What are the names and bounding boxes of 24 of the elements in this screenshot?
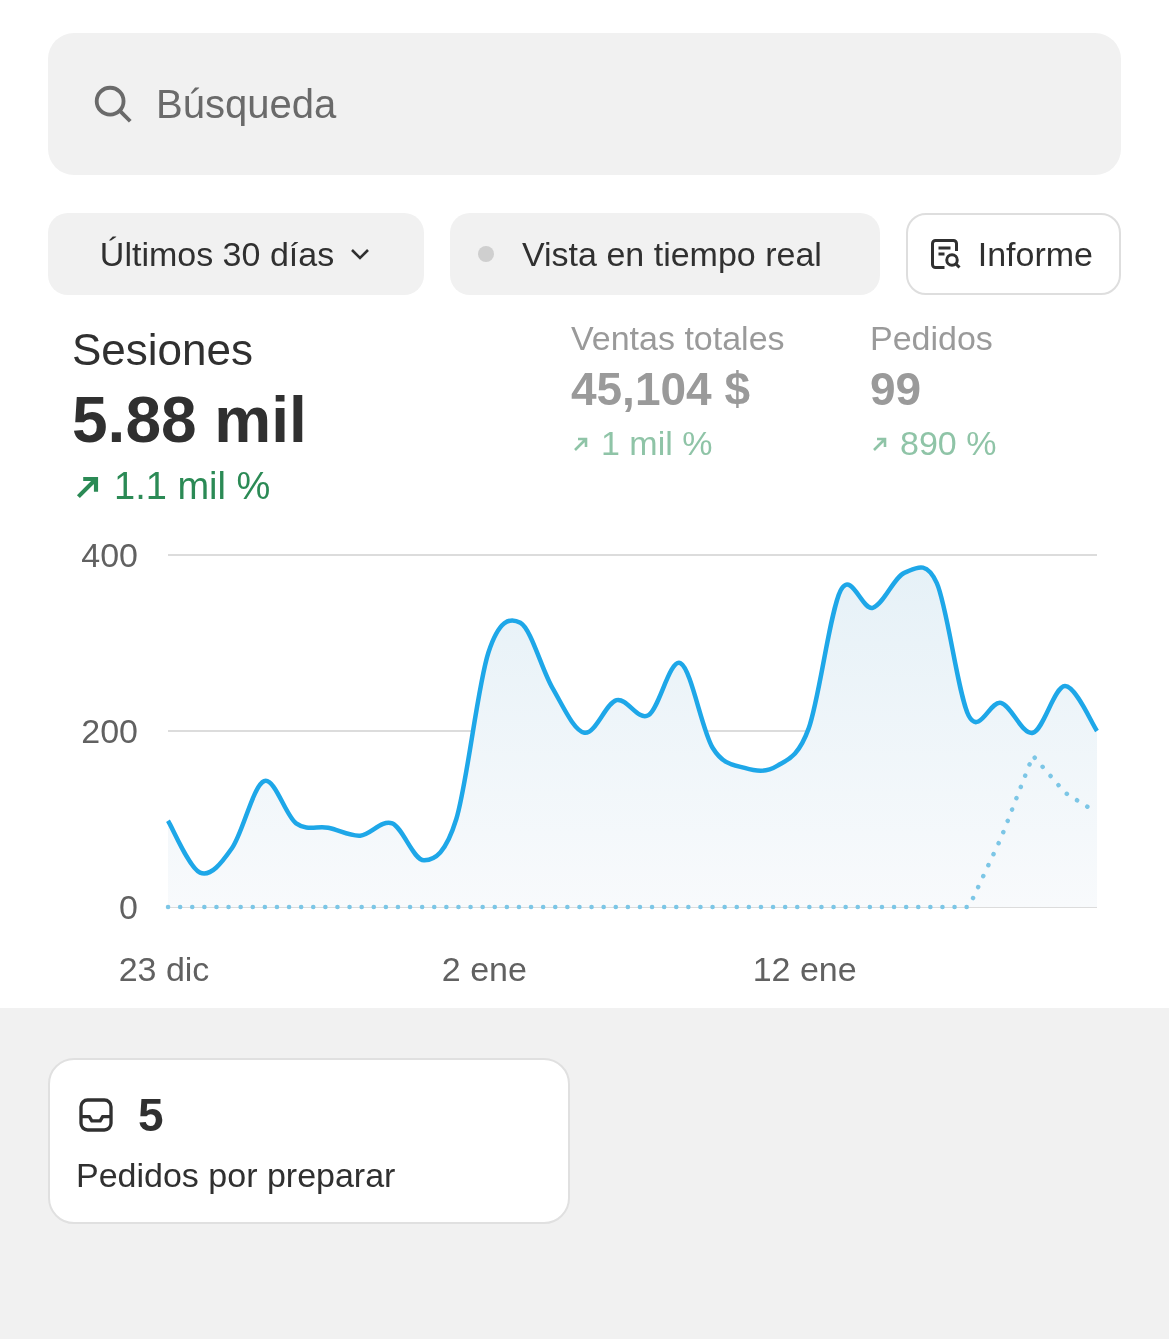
metric-change: 1.1 mil % (114, 465, 271, 508)
task-card[interactable]: 5 Pedidos por preparar (48, 1058, 570, 1224)
task-count: 5 (138, 1088, 164, 1142)
y-axis-label: 400 (81, 536, 138, 574)
inbox-icon (76, 1095, 116, 1135)
metric-value: 99 (870, 362, 923, 416)
task-label: Pedidos por preparar (76, 1156, 397, 1195)
metric-label: Ventas totales (570, 319, 786, 358)
metric-value: 5.88 mil (72, 383, 308, 457)
x-axis-label: 12 ene (752, 950, 857, 988)
date-range-dropdown[interactable]: Últimos 30 días (48, 213, 424, 295)
y-axis-label: 0 (119, 888, 138, 926)
realtime-view-button[interactable]: Vista en tiempo real (450, 213, 880, 295)
x-axis-label: 2 ene (441, 950, 527, 988)
metric-change: 1 mil % (600, 424, 713, 463)
metric-change: 890 % (900, 424, 997, 463)
x-axis-label: 23 dic (118, 950, 210, 988)
metric-label: Sesiones (72, 325, 254, 375)
metric-label: Pedidos (870, 319, 994, 358)
search-field[interactable]: Búsqueda (48, 33, 1121, 175)
metric-tab[interactable]: Sesiones 5.88 mil 1.1 mil % (72, 325, 571, 508)
report-button[interactable]: Informe (905, 213, 1121, 295)
y-axis-label: 200 (81, 712, 138, 750)
metric-value: 45,104 $ (570, 362, 751, 416)
